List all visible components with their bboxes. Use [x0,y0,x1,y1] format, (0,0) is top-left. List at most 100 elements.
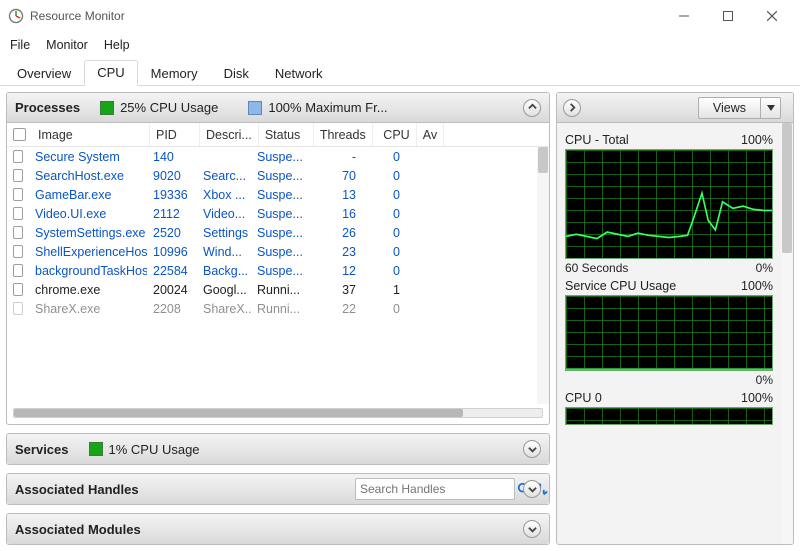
app-icon [8,8,24,24]
tab-disk[interactable]: Disk [211,61,262,86]
cell-desc: Backg... [197,261,251,280]
services-panel: Services 1% CPU Usage [6,433,550,465]
cell-avg [406,299,432,318]
views-button[interactable]: Views [698,97,781,119]
cell-threads: 23 [306,242,362,261]
cell-cpu: 0 [362,147,406,166]
graph-cpu0-right: 100% [741,391,773,405]
views-label: Views [699,101,760,115]
menu-file[interactable]: File [2,36,38,54]
cell-image: chrome.exe [29,280,147,299]
graph-cpu0-title: CPU 0 [565,391,741,405]
handles-search-input[interactable] [358,481,517,497]
col-pid[interactable]: PID [150,123,200,146]
modules-title: Associated Modules [15,522,141,537]
services-header[interactable]: Services 1% CPU Usage [7,434,549,464]
cell-threads: 22 [306,299,362,318]
handles-panel: Associated Handles [6,473,550,505]
table-row[interactable]: Secure System140Suspe...-0 [7,147,549,166]
max-freq-swatch [248,101,262,115]
cell-status: Suspe... [251,166,306,185]
col-avg[interactable]: Av [417,123,444,146]
expand-handles-button[interactable] [523,480,541,498]
col-status[interactable]: Status [259,123,314,146]
menu-help[interactable]: Help [96,36,138,54]
cell-status: Runni... [251,280,306,299]
cell-cpu: 0 [362,204,406,223]
cell-status: Suspe... [251,223,306,242]
row-checkbox[interactable] [13,226,23,239]
collapse-processes-button[interactable] [523,99,541,117]
select-all-checkbox[interactable] [13,128,26,141]
tab-memory[interactable]: Memory [138,61,211,86]
expand-services-button[interactable] [523,440,541,458]
table-row[interactable]: ShellExperienceHost...10996Wind...Suspe.… [7,242,549,261]
cell-threads: 13 [306,185,362,204]
table-row[interactable]: GameBar.exe19336Xbox ...Suspe...130 [7,185,549,204]
cell-image: Secure System [29,147,147,166]
graph-service-footer-right: 0% [756,373,773,387]
handles-header[interactable]: Associated Handles [7,474,549,504]
processes-title: Processes [15,100,80,115]
row-checkbox[interactable] [13,188,23,201]
tab-network[interactable]: Network [262,61,336,86]
max-freq-label: 100% Maximum Fr... [268,100,387,115]
services-title: Services [15,442,69,457]
handles-search[interactable] [355,478,515,500]
cell-image: GameBar.exe [29,185,147,204]
cell-threads: 37 [306,280,362,299]
table-row[interactable]: SearchHost.exe9020Searc...Suspe...700 [7,166,549,185]
graphs-v-scrollbar[interactable] [781,123,793,544]
cell-avg [406,166,432,185]
modules-header[interactable]: Associated Modules [7,514,549,544]
row-checkbox[interactable] [13,245,23,258]
processes-table-body: Secure System140Suspe...-0SearchHost.exe… [7,147,549,404]
col-descri[interactable]: Descri... [200,123,259,146]
collapse-graphs-button[interactable] [563,99,581,117]
cell-status: Suspe... [251,242,306,261]
cell-image: ShellExperienceHost... [29,242,147,261]
cpu-usage-label: 25% CPU Usage [120,100,218,115]
views-dropdown-icon[interactable] [760,98,780,118]
tab-cpu[interactable]: CPU [84,60,137,86]
cell-pid: 140 [147,147,197,166]
row-checkbox[interactable] [13,302,23,315]
cell-desc: Settings [197,223,251,242]
processes-h-scrollbar[interactable] [13,408,543,418]
col-image[interactable]: Image [32,123,150,146]
cell-pid: 19336 [147,185,197,204]
table-row[interactable]: SystemSettings.exe2520SettingsSuspe...26… [7,223,549,242]
row-checkbox[interactable] [13,264,23,277]
handles-title: Associated Handles [15,482,139,497]
services-usage-label: 1% CPU Usage [109,442,200,457]
col-cpu[interactable]: CPU [373,123,417,146]
table-row[interactable]: ShareX.exe2208ShareX...Runni...220 [7,299,549,318]
row-checkbox[interactable] [13,207,23,220]
processes-header[interactable]: Processes 25% CPU Usage 100% Maximum Fr.… [7,93,549,123]
graph-total-footer-right: 0% [756,261,773,275]
cell-desc: ShareX... [197,299,251,318]
expand-modules-button[interactable] [523,520,541,538]
row-checkbox[interactable] [13,283,23,296]
table-row[interactable]: backgroundTaskHost...22584Backg...Suspe.… [7,261,549,280]
cell-status: Runni... [251,299,306,318]
cell-status: Suspe... [251,147,306,166]
cell-threads: 26 [306,223,362,242]
table-row[interactable]: Video.UI.exe2112Video...Suspe...160 [7,204,549,223]
close-button[interactable] [750,2,794,30]
cpu-usage-swatch [100,101,114,115]
processes-v-scrollbar[interactable] [537,147,549,404]
graph-service-title: Service CPU Usage [565,279,741,293]
cell-status: Suspe... [251,204,306,223]
table-row[interactable]: chrome.exe20024Googl...Runni...371 [7,280,549,299]
cell-image: Video.UI.exe [29,204,147,223]
cell-desc [197,147,251,166]
minimize-button[interactable] [662,2,706,30]
row-checkbox[interactable] [13,169,23,182]
maximize-button[interactable] [706,2,750,30]
menu-monitor[interactable]: Monitor [38,36,96,54]
tab-overview[interactable]: Overview [4,61,84,86]
row-checkbox[interactable] [13,150,23,163]
graph-cpu-total [565,149,773,259]
col-threads[interactable]: Threads [314,123,373,146]
